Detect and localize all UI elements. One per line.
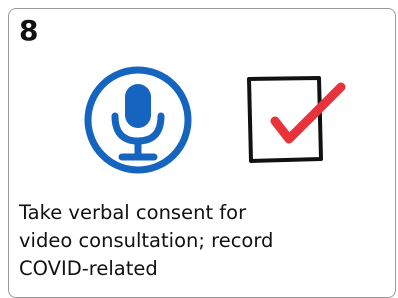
checked-checkbox-icon <box>247 76 346 163</box>
caption-line: video consultation; record <box>19 229 274 252</box>
instruction-text: Take verbal consent for video consultati… <box>19 199 379 283</box>
instruction-card: 8 Take verbal consent for video consulta… <box>8 8 396 298</box>
microphone-icon <box>84 66 192 174</box>
caption-line: COVID-related <box>19 257 158 280</box>
caption-line: Take verbal consent for <box>19 201 247 224</box>
step-number: 8 <box>19 14 39 47</box>
